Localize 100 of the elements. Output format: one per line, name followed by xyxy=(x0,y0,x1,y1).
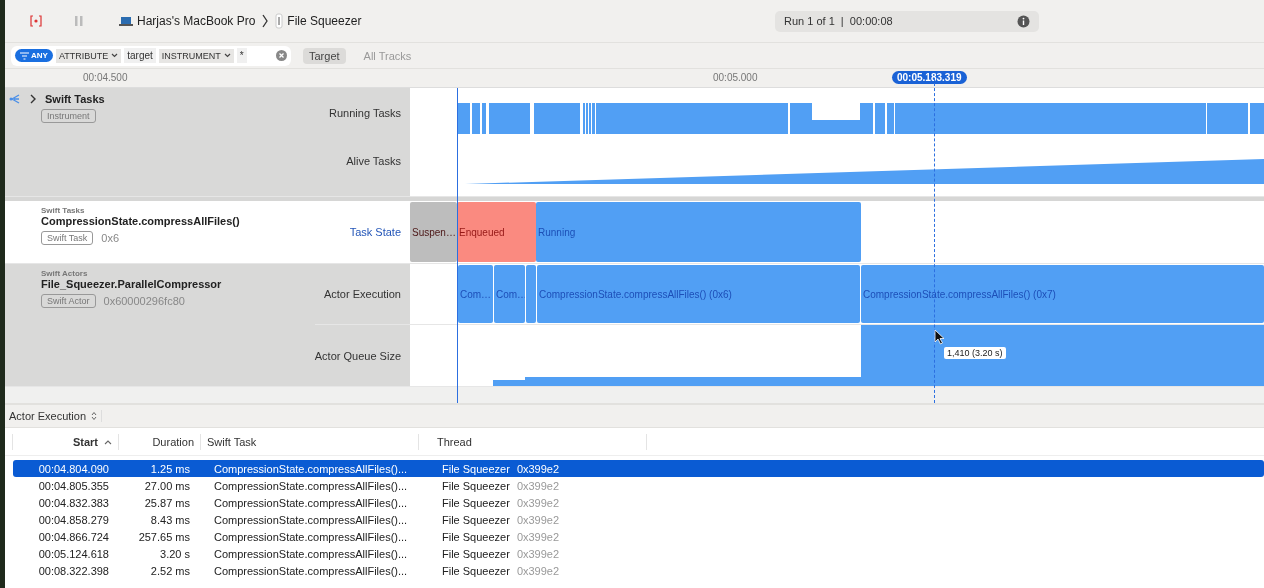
filter-value[interactable]: target xyxy=(124,48,156,63)
table-row[interactable]: 00:08.322.398 2.52 ms CompressionState.compressAllFiles()... File Squeezer 0x399e2 xyxy=(13,562,1264,579)
any-toggle[interactable]: ANY xyxy=(15,49,53,62)
thread-name: File Squeezer xyxy=(442,479,510,492)
device-selector[interactable]: Harjas's MacBook Pro xyxy=(115,14,260,28)
table-row[interactable]: 00:04.804.090 1.25 ms CompressionState.compressAllFiles()... File Squeezer 0x399e2 xyxy=(13,460,1264,477)
task-state-segment[interactable]: Suspen… xyxy=(410,202,457,262)
lane-label[interactable]: Running Tasks xyxy=(329,88,410,137)
scope-tab[interactable]: Target xyxy=(303,47,346,64)
lane-label[interactable]: Alive Tasks xyxy=(329,137,410,185)
table-cell-text: CompressionState.compressAllFiles()... xyxy=(213,496,409,509)
lane-label[interactable]: Task State xyxy=(349,201,410,263)
table-cell-text: CompressionState.compressAllFiles()... xyxy=(213,513,409,526)
lane-label[interactable]: Actor Queue Size xyxy=(314,325,410,386)
task-state-segment[interactable]: Enqueued xyxy=(457,202,536,262)
thread-name: File Squeezer xyxy=(442,496,510,509)
table-cell-text: 1.25 ms xyxy=(149,462,190,475)
track-id: 0x6 xyxy=(101,232,120,244)
disclosure-icon[interactable] xyxy=(29,94,37,104)
caret-icon xyxy=(111,53,119,58)
track-tag: Swift Actor xyxy=(41,294,96,308)
table-cell-text: CompressionState.compressAllFiles()... xyxy=(213,479,409,492)
thread-name: File Squeezer xyxy=(442,564,510,577)
filter-token[interactable]: ATTRIBUTE xyxy=(55,48,122,63)
task-bar xyxy=(489,103,530,134)
caret-icon xyxy=(223,53,231,58)
laptop-icon xyxy=(119,16,133,26)
run-status-text: Run 1 of 1 | 00:00:08 xyxy=(784,15,893,27)
info-icon[interactable] xyxy=(1017,14,1030,28)
chevron-icon xyxy=(261,13,270,29)
table-cell-text: 27.00 ms xyxy=(143,479,190,492)
table-cell-text: 8.43 ms xyxy=(149,513,190,526)
thread-id: 0x399e2 xyxy=(516,564,560,577)
table-cell-text: 00:04.858.279 xyxy=(37,513,109,526)
thread-name: File Squeezer xyxy=(442,513,510,526)
table-cell-text: CompressionState.compressAllFiles()... xyxy=(213,530,409,543)
hierarchy-icon[interactable] xyxy=(9,94,21,104)
filter-value[interactable]: * xyxy=(236,48,247,63)
track-category: Swift Tasks xyxy=(41,206,86,215)
table-cell-text: 00:04.832.383 xyxy=(37,496,109,509)
thread-id: 0x399e2 xyxy=(516,547,560,560)
record-icon[interactable] xyxy=(29,14,43,28)
table-cell-text: 00:08.322.398 xyxy=(37,564,109,577)
thread-id: 0x399e2 xyxy=(516,513,560,526)
thread-id: 0x399e2 xyxy=(516,530,560,543)
detail-view-selector[interactable]: Actor Execution xyxy=(5,410,103,422)
thread-id: 0x399e2 xyxy=(516,479,560,492)
table-cell-text: 3.20 s xyxy=(159,547,190,560)
pause-icon[interactable] xyxy=(73,14,85,28)
thread-name: File Squeezer xyxy=(442,547,510,560)
table-cell-text: 2.52 ms xyxy=(149,564,190,577)
table-cell-text: 00:04.866.724 xyxy=(37,530,109,543)
table-cell-text: CompressionState.compressAllFiles()... xyxy=(213,462,409,475)
file-icon xyxy=(275,13,284,29)
column-header[interactable]: Start xyxy=(12,433,118,450)
track-title: Swift Tasks xyxy=(45,93,105,105)
task-bar xyxy=(482,103,486,134)
ruler-time: 00:05.000 xyxy=(713,72,758,83)
task-bar xyxy=(472,103,480,134)
table-cell-text: 25.87 ms xyxy=(143,496,190,509)
table-row[interactable]: 00:04.858.279 8.43 ms CompressionState.compressAllFiles()... File Squeezer 0x399e2 xyxy=(13,511,1264,528)
table-cell-text: 00:04.805.355 xyxy=(37,479,109,492)
thread-id: 0x399e2 xyxy=(516,496,560,509)
target-selector[interactable]: File Squeezer xyxy=(271,13,366,29)
table-row[interactable]: 00:04.805.355 27.00 ms CompressionState.compressAllFiles()... File Squeezer 0x399e2 xyxy=(13,477,1264,494)
ruler-time: 00:04.500 xyxy=(83,72,128,83)
column-header[interactable]: Swift Task xyxy=(200,433,418,450)
mouse-pointer-icon xyxy=(934,329,946,345)
table-cell-text: 257.65 ms xyxy=(137,530,190,543)
cursor-time-badge[interactable]: 00:05.183.319 xyxy=(892,71,967,84)
thread-id: 0x399e2 xyxy=(516,462,560,475)
column-header[interactable]: Thread xyxy=(418,433,646,450)
track-tag: Swift Task xyxy=(41,231,94,245)
track-title: CompressionState.compressAllFiles() xyxy=(41,215,240,227)
filter-icon xyxy=(20,51,29,60)
updown-icon xyxy=(91,411,98,421)
table-row[interactable]: 00:05.124.618 3.20 s CompressionState.compressAllFiles()... File Squeezer 0x399e2 xyxy=(13,545,1264,562)
thread-name: File Squeezer xyxy=(442,530,510,543)
table-row[interactable]: 00:04.866.724 257.65 ms CompressionState.compressAllFiles()... File Squeezer 0x399e2 xyxy=(13,528,1264,545)
table-cell-text: CompressionState.compressAllFiles()... xyxy=(213,547,409,560)
track-tag: Instrument xyxy=(41,109,96,123)
value-tooltip: 1,410 (3.20 s) xyxy=(944,347,1006,359)
filter-token[interactable]: INSTRUMENT xyxy=(158,48,234,63)
thread-name: File Squeezer xyxy=(442,462,510,475)
column-title: Swift Task xyxy=(207,435,257,448)
table-row[interactable]: 00:04.832.383 25.87 ms CompressionState.compressAllFiles()... File Squeezer 0x399e2 xyxy=(13,494,1264,511)
table-cell-text: 00:04.804.090 xyxy=(37,462,109,475)
filter-field[interactable]: ANY ATTRIBUTE target INSTRUMENT * xyxy=(11,45,291,66)
column-header[interactable]: Duration xyxy=(118,433,200,450)
column-title: Thread xyxy=(437,435,472,448)
track-title: File_Squeezer.ParallelCompressor xyxy=(41,278,222,290)
clear-icon[interactable] xyxy=(276,50,287,61)
task-bar xyxy=(875,103,885,134)
column-title: Start xyxy=(72,435,98,448)
task-bar xyxy=(1250,103,1264,134)
task-bar xyxy=(534,103,580,134)
table-cell-text: 00:05.124.618 xyxy=(37,547,109,560)
table-cell-text: CompressionState.compressAllFiles()... xyxy=(213,564,409,577)
track-id: 0x60000296fc80 xyxy=(103,295,185,307)
track-category: Swift Actors xyxy=(41,269,89,278)
